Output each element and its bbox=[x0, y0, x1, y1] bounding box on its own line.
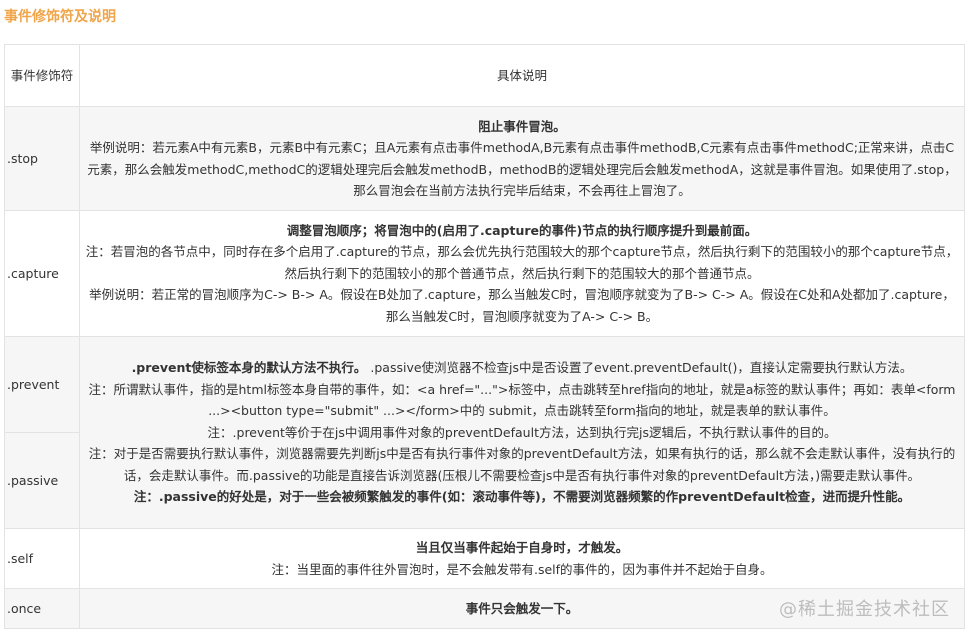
description-cell: 当且仅当事件起始于自身时，才触发。 注：当里面的事件往外冒泡时，是不会触发带有.… bbox=[79, 528, 965, 589]
modifier-capture: .capture bbox=[7, 266, 59, 281]
header-modifier: 事件修饰符 bbox=[4, 44, 80, 107]
capture-note: 注：若冒泡的各节点中，同时存在多个启用了.capture的节点，那么会优先执行范… bbox=[85, 244, 959, 281]
capture-summary: 调整冒泡顺序；将冒泡中的(启用了.capture的事件)节点的执行顺序提升到最前… bbox=[286, 222, 758, 238]
table-row: .capture 调整冒泡顺序；将冒泡中的(启用了.capture的事件)节点的… bbox=[4, 210, 965, 337]
self-summary: 当且仅当事件起始于自身时，才触发。 bbox=[415, 540, 629, 555]
modifier-stop: .stop bbox=[7, 151, 38, 166]
stop-example: 举例说明：若元素A中有元素B，元素B中有元素C；且A元素有点击事件methodA… bbox=[87, 140, 957, 198]
stop-summary: 阻止事件冒泡。 bbox=[478, 118, 566, 134]
capture-example: 举例说明：若正常的冒泡顺序为C-> B-> A。假设在B处加了.capture，… bbox=[89, 287, 955, 324]
modifier-passive: .passive bbox=[7, 473, 59, 488]
modifier-self: .self bbox=[7, 551, 34, 566]
watermark: @稀土掘金技术社区 bbox=[779, 599, 950, 620]
passive-note-check: 注：对于是否需要执行默认事件，浏览器需要先判断js中是否有执行事件对象的prev… bbox=[88, 446, 956, 483]
modifier-cell: .passive bbox=[4, 432, 80, 529]
modifier-cell: .capture bbox=[4, 210, 80, 337]
passive-benefit: 注：.passive的好处是，对于一些会被频繁触发的事件(如：滚动事件等)，不需… bbox=[133, 489, 911, 505]
page-title: 事件修饰符及说明 bbox=[4, 9, 116, 25]
modifier-once: .once bbox=[7, 601, 42, 616]
prevent-note-default: 注：所谓默认事件，指的是html标签本身自带的事件，如：<a href="...… bbox=[88, 381, 956, 419]
description-cell: .prevent使标签本身的默认方法不执行。 .passive使浏览器不检查js… bbox=[79, 336, 965, 529]
modifier-table: 事件修饰符 具体说明 .stop 阻止事件冒泡。 举例说明：若元素A中有元素B，… bbox=[4, 44, 965, 629]
table-header-row: 事件修饰符 具体说明 bbox=[4, 44, 965, 107]
prevent-summary: .prevent使标签本身的默认方法不执行。 bbox=[131, 360, 367, 376]
header-description: 具体说明 bbox=[79, 44, 965, 107]
prevent-note-equivalent: 注：.prevent等价于在js中调用事件对象的preventDefault方法… bbox=[207, 424, 837, 440]
modifier-cell: .self bbox=[4, 528, 80, 589]
table-row: .stop 阻止事件冒泡。 举例说明：若元素A中有元素B，元素B中有元素C；且A… bbox=[4, 106, 965, 211]
modifier-cell: .once bbox=[4, 588, 80, 629]
description-cell: 阻止事件冒泡。 举例说明：若元素A中有元素B，元素B中有元素C；且A元素有点击事… bbox=[79, 106, 965, 211]
once-summary: 事件只会触发一下。 bbox=[465, 600, 579, 616]
modifier-prevent: .prevent bbox=[7, 377, 60, 392]
table-row: .self 当且仅当事件起始于自身时，才触发。 注：当里面的事件往外冒泡时，是不… bbox=[4, 528, 965, 589]
table-row: .prevent .prevent使标签本身的默认方法不执行。 .passive… bbox=[4, 336, 965, 529]
modifier-cell: .stop bbox=[4, 106, 80, 211]
self-note: 注：当里面的事件往外冒泡时，是不会触发带有.self的事件的，因为事件并不起始于… bbox=[271, 561, 773, 577]
passive-intro: .passive使浏览器不检查js中是否设置了event.preventDefa… bbox=[366, 360, 913, 376]
description-cell: 调整冒泡顺序；将冒泡中的(启用了.capture的事件)节点的执行顺序提升到最前… bbox=[79, 210, 965, 337]
modifier-cell: .prevent bbox=[4, 336, 80, 433]
